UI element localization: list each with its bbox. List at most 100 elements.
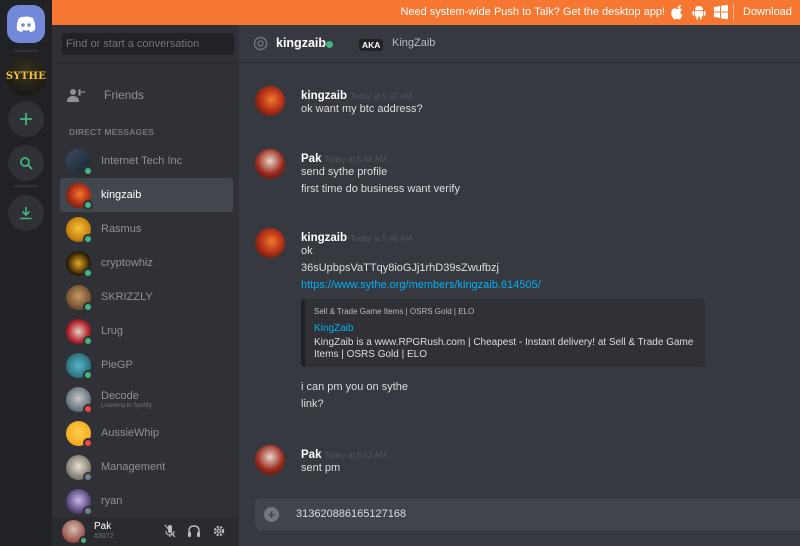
deafen-button[interactable] xyxy=(187,524,201,538)
status-indicator xyxy=(83,267,93,278)
dm-item[interactable]: Rasmus xyxy=(60,212,233,246)
status-indicator xyxy=(83,335,93,346)
upload-button[interactable]: + xyxy=(264,507,279,522)
dm-item[interactable]: cryptowhiz xyxy=(60,246,233,280)
dm-list: Internet Tech Inc kingzaib Rasmus cryptowhi… xyxy=(60,144,233,518)
desktop-app-banner: Need system-wide Push to Talk? Get the d… xyxy=(52,0,800,25)
search-servers-icon xyxy=(20,157,33,170)
dm-item[interactable]: ryan xyxy=(60,484,233,518)
dm-avatar xyxy=(66,148,93,176)
friends-nav-item[interactable]: Friends xyxy=(60,80,232,110)
dm-avatar xyxy=(66,284,93,312)
dm-name: Management xyxy=(101,461,166,473)
dm-text: Rasmus xyxy=(101,223,141,235)
message-author[interactable]: kingzaib xyxy=(301,232,347,244)
add-server-button[interactable] xyxy=(8,101,44,137)
message-timestamp: Today at 5:47 AM xyxy=(350,92,412,101)
aka-badge: AKA xyxy=(359,39,384,51)
message-timestamp: Today at 5:48 AM xyxy=(350,234,412,243)
user-tag: #3072 xyxy=(94,533,114,540)
dm-item[interactable]: Decode Listening to Spotify xyxy=(60,382,233,416)
download-apps-button[interactable] xyxy=(8,195,44,231)
server-sythe[interactable]: SYTHE xyxy=(6,56,46,96)
dm-item[interactable]: AussieWhip xyxy=(60,416,233,450)
message-timestamp: Today at 5:52 AM xyxy=(324,451,387,460)
status-indicator xyxy=(83,505,93,516)
dm-name: Lrug xyxy=(101,325,124,337)
message-header: kingzaib Today at 5:48 AM xyxy=(301,228,412,246)
dm-text: SKRIZZLY xyxy=(101,291,153,303)
link-embed: Sell & Trade Game Items | OSRS Gold | EL… xyxy=(301,299,705,367)
dm-avatar xyxy=(66,386,93,414)
message-avatar[interactable] xyxy=(255,445,285,475)
add-server-icon xyxy=(20,113,32,125)
dm-name: AussieWhip xyxy=(101,427,160,439)
message-author[interactable]: Pak xyxy=(301,449,321,461)
channel-title: kingzaib xyxy=(276,36,327,50)
explore-servers-button[interactable] xyxy=(8,145,44,181)
discord-logo-icon xyxy=(16,16,36,32)
status-indicator xyxy=(83,471,93,482)
status-indicator xyxy=(83,199,93,210)
user-settings-button[interactable] xyxy=(212,524,226,538)
dm-text: Lrug xyxy=(101,325,123,337)
dm-avatar xyxy=(66,216,93,244)
dm-item[interactable]: Management xyxy=(60,450,233,484)
download-link[interactable]: Download xyxy=(743,6,792,18)
dm-item[interactable]: Lrug xyxy=(60,314,233,348)
user-name: Pak xyxy=(94,521,112,532)
status-indicator xyxy=(83,233,93,244)
embed-title[interactable]: KingZaib xyxy=(314,323,353,334)
dm-avatar xyxy=(66,352,93,380)
microphone-muted-icon xyxy=(164,524,176,538)
dm-text: AussieWhip xyxy=(101,427,159,439)
dm-item[interactable]: Internet Tech Inc xyxy=(60,144,233,178)
server-separator xyxy=(14,185,38,187)
status-indicator xyxy=(83,301,93,312)
banner-divider xyxy=(733,4,734,21)
dm-name: PieGP xyxy=(101,359,133,371)
dm-name: SKRIZZLY xyxy=(101,291,153,303)
message-avatar[interactable] xyxy=(255,228,285,258)
platform-icons xyxy=(670,4,728,20)
dm-avatar xyxy=(66,420,93,448)
dm-name: cryptowhiz xyxy=(101,257,153,269)
embed-description: KingZaib is a www.RPGRush.com | Cheapest… xyxy=(314,337,694,360)
dm-item[interactable]: PieGP xyxy=(60,348,233,382)
message-text: send sythe profile xyxy=(301,166,388,178)
download-apps-icon xyxy=(20,207,32,220)
search-input[interactable]: Find or start a conversation xyxy=(62,33,234,55)
message-text: sent pm xyxy=(301,462,341,474)
dm-avatar xyxy=(66,488,93,516)
dm-name: kingzaib xyxy=(101,189,142,201)
android-icon[interactable] xyxy=(692,4,706,20)
aka-name: KingZaib xyxy=(392,37,436,49)
server-separator xyxy=(14,50,38,52)
message-link[interactable]: https://www.sythe.org/members/kingzaib.6… xyxy=(301,279,541,291)
message-header: Pak Today at 5:52 AM xyxy=(301,445,386,463)
message-author[interactable]: Pak xyxy=(301,153,321,165)
discord-home-button[interactable] xyxy=(7,5,45,43)
headphones-icon xyxy=(188,525,200,537)
dm-item[interactable]: kingzaib xyxy=(60,178,233,212)
online-status-dot xyxy=(326,41,333,48)
message-input[interactable]: 313620886165127168 xyxy=(296,508,406,520)
server-sythe-label: SYTHE xyxy=(5,70,47,82)
dm-text: PieGP xyxy=(101,359,133,371)
mute-button[interactable] xyxy=(163,524,177,538)
dm-text: ryan xyxy=(101,495,122,507)
dm-item[interactable]: SKRIZZLY xyxy=(60,280,233,314)
at-sign-icon xyxy=(253,36,268,51)
apple-icon[interactable] xyxy=(670,4,684,20)
message-text: link? xyxy=(301,398,324,410)
message-avatar[interactable] xyxy=(255,149,285,179)
message-avatar[interactable] xyxy=(255,86,285,116)
dm-avatar xyxy=(66,454,93,482)
user-status-indicator xyxy=(79,536,88,545)
message-text: ok want my btc address? xyxy=(301,103,423,115)
dm-text: Decode Listening to Spotify xyxy=(101,390,152,409)
dm-text: Internet Tech Inc xyxy=(101,155,182,167)
banner-message: Need system-wide Push to Talk? Get the d… xyxy=(400,6,665,18)
windows-icon[interactable] xyxy=(714,4,728,20)
message-author[interactable]: kingzaib xyxy=(301,90,347,102)
